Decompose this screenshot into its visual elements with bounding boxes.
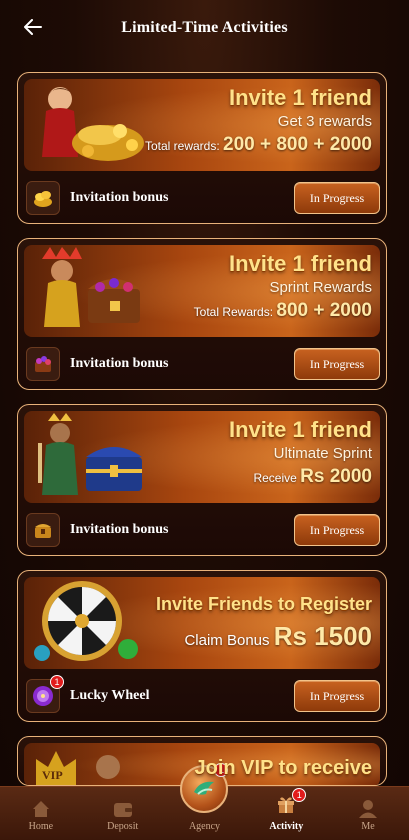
tab-deposit[interactable]: Deposit — [82, 787, 164, 840]
bottom-tab-bar: Home Deposit 1 Agency 1 Activity Me — [0, 763, 409, 840]
activity-row: 1 Lucky Wheel In Progress — [26, 675, 380, 715]
tab-activity[interactable]: 1 Activity — [245, 787, 327, 840]
page-title: Limited-Time Activities — [121, 19, 288, 36]
banner-reward: Total Rewards: 800 + 2000 — [132, 299, 372, 324]
banner-subline: Sprint Rewards — [269, 279, 372, 296]
wheel-icon: 1 — [26, 675, 64, 713]
tab-label: Activity — [269, 821, 304, 832]
treasure-chest-icon — [26, 513, 60, 547]
user-icon — [359, 800, 378, 818]
activity-list: Invite 1 friend Get 3 rewards Total rewa… — [17, 72, 387, 800]
activity-row: Invitation bonus In Progress — [26, 345, 380, 383]
notification-badge: 1 — [50, 675, 64, 689]
arrow-left-icon — [24, 19, 42, 35]
home-icon — [32, 801, 49, 817]
in-progress-button[interactable]: In Progress — [294, 680, 380, 712]
tab-label: Agency — [188, 821, 221, 832]
banner-headline: Invite 1 friend — [228, 417, 372, 442]
activity-row: Invitation bonus In Progress — [26, 511, 380, 549]
tab-label: Deposit — [107, 821, 139, 832]
activity-banner[interactable]: Invite Friends to Register Claim Bonus R… — [24, 577, 380, 669]
svg-text:VIP: VIP — [42, 768, 63, 782]
gift-icon-wrap: 1 — [276, 788, 307, 821]
banner-text: Invite Friends to Register Claim Bonus R… — [132, 591, 372, 660]
reward-prefix: Total Rewards: — [193, 305, 274, 319]
banner-text: Invite 1 friend Sprint Rewards Total Rew… — [132, 251, 372, 324]
activity-card[interactable]: Invite 1 friend Get 3 rewards Total rewa… — [17, 72, 387, 224]
banner-text: Join VIP to receive — [132, 755, 373, 781]
tab-label: Home — [28, 821, 54, 832]
notification-badge: 1 — [292, 788, 307, 802]
in-progress-button[interactable]: In Progress — [294, 182, 380, 214]
pirate-treasure-illustration — [42, 87, 144, 161]
banner-headline: Invite 1 friend — [228, 251, 372, 276]
activity-banner[interactable]: Invite 1 friend Sprint Rewards Total Rew… — [24, 245, 380, 337]
queen-chest-illustration — [42, 247, 140, 327]
reward-prefix: Total rewards: — [144, 139, 220, 153]
activity-card[interactable]: Invite Friends to Register Claim Bonus R… — [17, 570, 387, 722]
gold-coins-icon — [26, 181, 60, 215]
reward-value: Rs 2000 — [300, 466, 372, 487]
reward-value: 800 + 2000 — [276, 300, 372, 321]
activity-card[interactable]: Invite 1 friend Sprint Rewards Total Rew… — [17, 238, 387, 390]
header: Limited-Time Activities — [0, 0, 409, 56]
reward-prefix: Claim Bonus — [184, 632, 270, 649]
in-progress-button[interactable]: In Progress — [294, 348, 380, 380]
vip-illustration: VIP — [36, 751, 120, 785]
banner-subline: Get 3 rewards — [277, 113, 372, 130]
banner-headline: Invite Friends to Register — [155, 594, 372, 614]
gem-chest-icon — [26, 347, 60, 381]
in-progress-button[interactable]: In Progress — [294, 514, 380, 546]
reward-value: Rs 1500 — [273, 621, 372, 651]
tab-label: Me — [361, 821, 375, 832]
reward-prefix: Receive — [253, 471, 297, 485]
activity-label: Invitation bonus — [70, 356, 169, 371]
activity-label: Invitation bonus — [70, 522, 169, 537]
lucky-wheel-illustration — [34, 581, 138, 661]
banner-text: Invite 1 friend Ultimate Sprint Receive … — [132, 417, 372, 490]
activity-banner[interactable]: Invite 1 friend Get 3 rewards Total rewa… — [24, 79, 380, 171]
tab-home[interactable]: Home — [0, 787, 82, 840]
activity-label: Lucky Wheel — [70, 688, 150, 703]
banner-text: Invite 1 friend Get 3 rewards Total rewa… — [132, 85, 372, 158]
wallet-icon — [113, 803, 132, 817]
activity-banner[interactable]: Invite 1 friend Ultimate Sprint Receive … — [24, 411, 380, 503]
warrior-chest-illustration — [38, 413, 142, 495]
activity-row: Invitation bonus In Progress — [26, 179, 380, 217]
banner-reward: Claim Bonus Rs 1500 — [132, 617, 372, 660]
reward-value: 200 + 800 + 2000 — [223, 134, 372, 155]
activity-banner[interactable]: VIP Join VIP to receive — [24, 743, 380, 785]
back-button[interactable] — [20, 14, 46, 40]
banner-subline: Ultimate Sprint — [273, 445, 372, 462]
banner-headline: Join VIP to receive — [194, 757, 373, 779]
activity-label: Invitation bonus — [70, 190, 169, 205]
activity-card[interactable]: VIP Join VIP to receive — [17, 736, 387, 786]
activity-card[interactable]: Invite 1 friend Ultimate Sprint Receive … — [17, 404, 387, 556]
tab-me[interactable]: Me — [327, 787, 409, 840]
banner-reward: Total rewards: 200 + 800 + 2000 — [132, 133, 372, 158]
tab-agency[interactable]: 1 Agency — [164, 763, 246, 840]
banner-reward: Receive Rs 2000 — [132, 465, 372, 490]
banner-headline: Invite 1 friend — [228, 85, 372, 110]
